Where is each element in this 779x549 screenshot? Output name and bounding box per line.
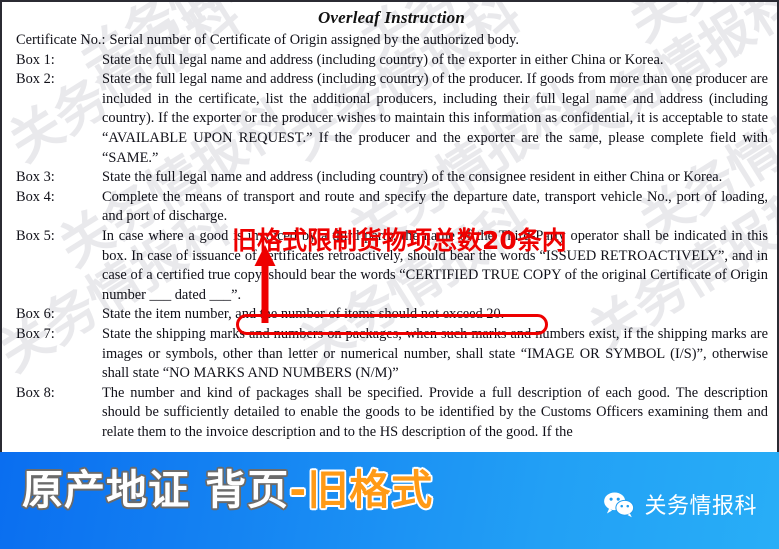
red-highlight-oval [236, 314, 548, 335]
instruction-row: Box 3: State the full legal name and add… [16, 168, 768, 188]
banner-title-accent: 旧格式 [307, 466, 434, 514]
row-label: Box 8: [16, 384, 55, 401]
row-label: Box 2: [16, 71, 55, 88]
row-label: Box 6: [16, 306, 55, 323]
banner-title: 原产地证 背页-旧格式 [22, 464, 433, 516]
instruction-row: Box 8: The number and kind of packages s… [16, 384, 768, 443]
bottom-banner: 原产地证 背页-旧格式 关务情报科 [0, 452, 779, 549]
instruction-row: Box 2: State the full legal name and add… [16, 70, 768, 168]
banner-title-main: 原产地证 背页 [22, 466, 290, 514]
wechat-account-block[interactable]: 关务情报科 [603, 488, 757, 520]
row-label: Box 7: [16, 325, 55, 342]
screenshot-root: 关务情报科 关务情报科 关务情报科 关务情报科 关务情报科 关务情报科 关务情报… [0, 0, 779, 549]
instruction-row: Box 1: State the full legal name and add… [16, 51, 768, 71]
instruction-row: Box 4: Complete the means of transport a… [16, 188, 768, 227]
banner-title-separator: - [289, 466, 308, 514]
row-text: Serial number of Certificate of Origin a… [109, 32, 519, 48]
wechat-icon [604, 491, 635, 517]
row-label: Box 4: [16, 188, 55, 205]
row-text: State the full legal name and address (i… [102, 51, 664, 68]
red-annotation-text: 旧格式限制货物项总数20条内 [232, 226, 567, 255]
row-text: State the full legal name and address (i… [102, 71, 768, 166]
row-label: Box 1: [16, 51, 55, 68]
document-page: 关务情报科 关务情报科 关务情报科 关务情报科 关务情报科 关务情报科 关务情报… [0, 0, 779, 455]
up-arrow-icon [254, 245, 276, 323]
page-title: Overleaf Instruction [317, 8, 466, 27]
row-text: Complete the means of transport and rout… [102, 188, 768, 225]
wechat-account-name: 关务情报科 [644, 494, 757, 519]
row-label: Certificate No.: [16, 32, 106, 48]
row-label: Box 3: [16, 169, 55, 186]
instruction-row: Certificate No.: Serial number of Certif… [16, 31, 768, 51]
row-text: State the full legal name and address (i… [102, 169, 723, 186]
row-text: The number and kind of packages shall be… [102, 384, 768, 440]
row-label: Box 5: [16, 227, 55, 244]
